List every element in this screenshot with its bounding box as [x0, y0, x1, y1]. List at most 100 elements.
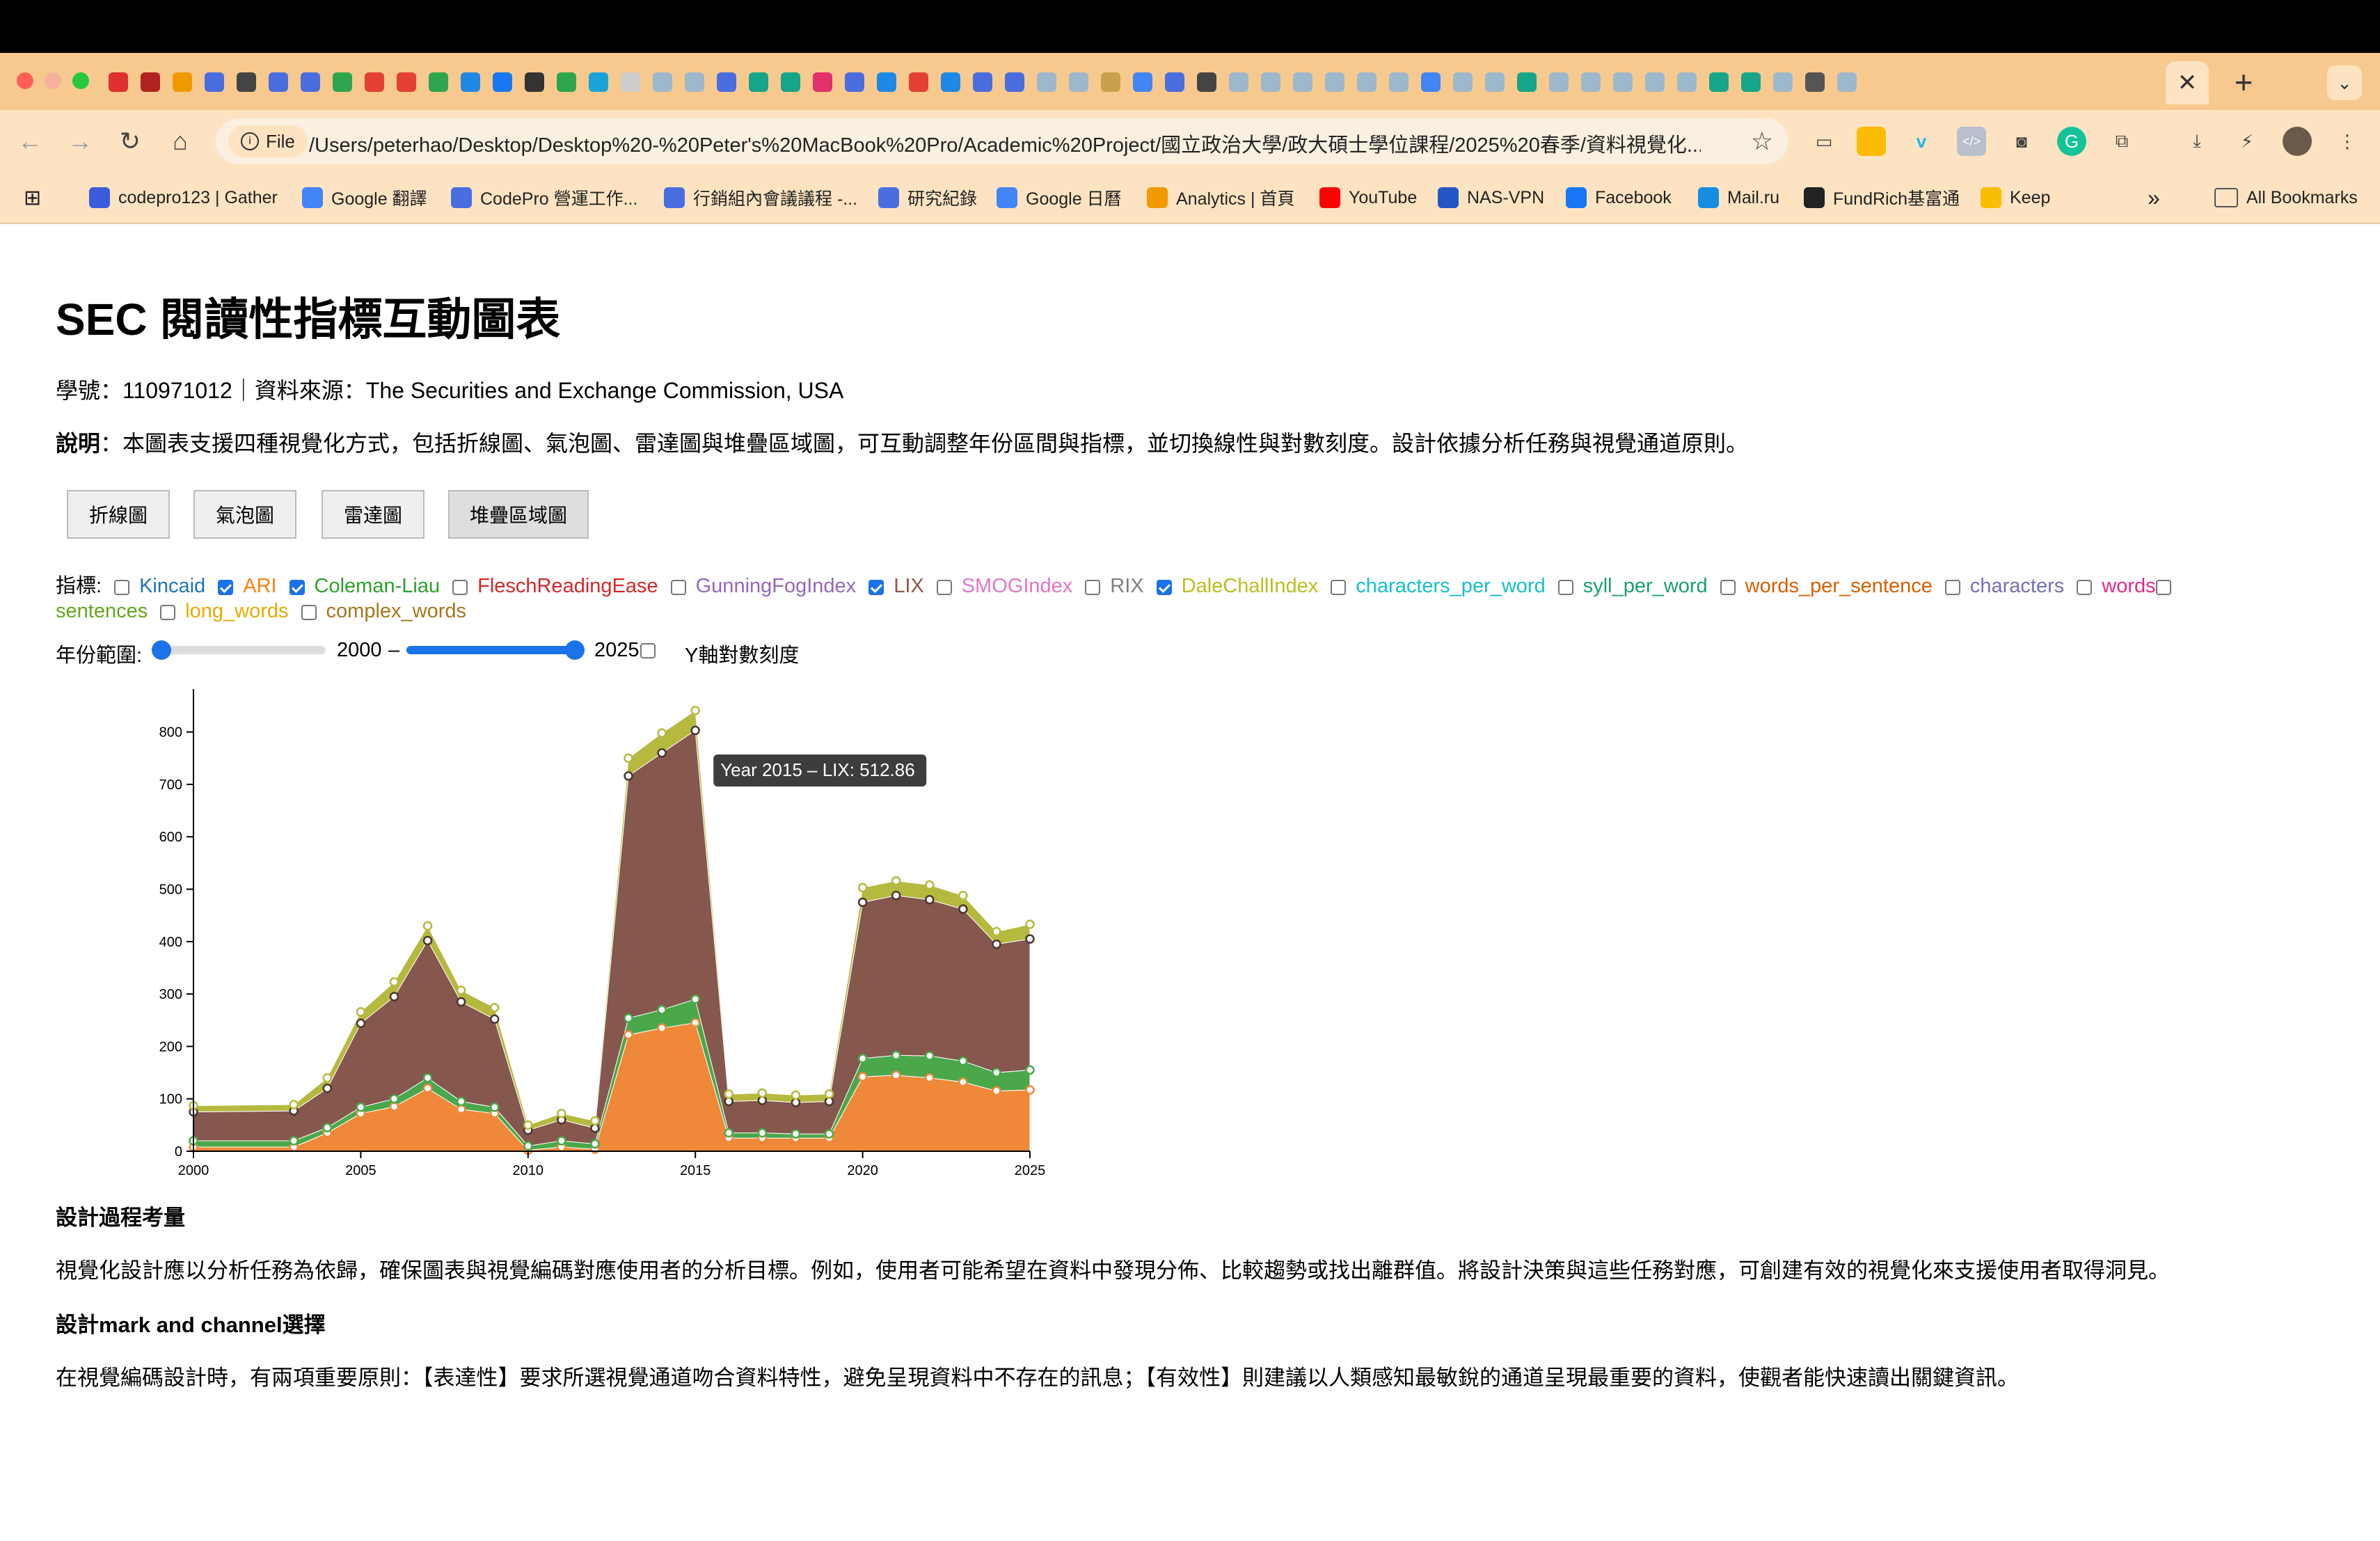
- address-bar[interactable]: i File /Users/peterhao/Desktop/Desktop%2…: [216, 118, 1788, 164]
- metric-label-sentences[interactable]: sentences: [56, 600, 148, 622]
- bookmarks-more-button[interactable]: »: [2148, 185, 2160, 210]
- metric-label-syll-per-word[interactable]: syll_per_word: [1583, 575, 1708, 597]
- bookmark-item[interactable]: FundRich基富通: [1804, 185, 1960, 210]
- metric-checkbox-ari[interactable]: [218, 580, 234, 595]
- tab-favicon[interactable]: [392, 68, 420, 96]
- tab-favicon[interactable]: [1801, 68, 1829, 96]
- tab-favicon[interactable]: [1001, 68, 1029, 96]
- year-max-slider-thumb[interactable]: [565, 640, 585, 660]
- bookmark-item[interactable]: Analytics | 首頁: [1147, 185, 1294, 210]
- apps-grid-icon[interactable]: ⊞: [24, 185, 41, 210]
- active-tab-close-button[interactable]: ✕: [2166, 61, 2209, 104]
- log-scale-checkbox[interactable]: [640, 643, 656, 658]
- browser-menu-icon[interactable]: ⋮: [2333, 127, 2362, 156]
- tab-favicon[interactable]: [1033, 68, 1061, 96]
- metric-label-lix[interactable]: LIX: [894, 575, 924, 597]
- window-minimize-button[interactable]: [45, 72, 61, 89]
- tab-favicon[interactable]: [1289, 68, 1317, 96]
- metric-label-kincaid[interactable]: Kincaid: [139, 575, 205, 597]
- view-button-bubble[interactable]: 氣泡圖: [193, 490, 296, 539]
- tab-favicon[interactable]: [1449, 68, 1477, 96]
- metric-label-words[interactable]: words: [2102, 575, 2155, 597]
- metric-label-gunningfogindex[interactable]: GunningFogIndex: [696, 575, 857, 597]
- home-icon[interactable]: ⌂: [161, 123, 199, 160]
- bookmark-item[interactable]: CodePro 營運工作...: [451, 185, 637, 210]
- tab-favicon[interactable]: [425, 68, 452, 96]
- window-close-button[interactable]: [17, 72, 33, 89]
- tab-favicon[interactable]: [1225, 68, 1253, 96]
- tab-favicon[interactable]: [1097, 68, 1125, 96]
- tab-favicon[interactable]: [1641, 68, 1669, 96]
- tab-favicon[interactable]: [328, 68, 356, 96]
- tab-favicon[interactable]: [489, 68, 516, 96]
- view-button-radar[interactable]: 雷達圖: [322, 490, 425, 539]
- extensions-puzzle-icon[interactable]: ⧉: [2107, 127, 2136, 156]
- metric-checkbox-words-per-sentence[interactable]: [1720, 580, 1736, 595]
- tab-favicon[interactable]: [809, 68, 836, 96]
- tab-favicon[interactable]: [1577, 68, 1605, 96]
- tab-favicon[interactable]: [232, 68, 260, 96]
- bookmark-item[interactable]: Facebook: [1566, 185, 1672, 210]
- metric-checkbox-fleschreadingease[interactable]: [452, 580, 468, 595]
- metric-label-rix[interactable]: RIX: [1110, 575, 1143, 597]
- all-bookmarks-button[interactable]: All Bookmarks: [2214, 185, 2358, 210]
- tab-favicon[interactable]: [681, 68, 708, 96]
- metric-label-words-per-sentence[interactable]: words_per_sentence: [1745, 575, 1933, 597]
- tab-favicon[interactable]: [1513, 68, 1541, 96]
- year-min-slider[interactable]: [152, 640, 326, 660]
- metric-checkbox-kincaid[interactable]: [114, 580, 130, 595]
- cast-icon[interactable]: ▭: [1809, 127, 1839, 156]
- tab-favicon[interactable]: [168, 68, 196, 96]
- tab-favicon[interactable]: [1129, 68, 1157, 96]
- reload-icon[interactable]: ↻: [111, 123, 149, 160]
- tab-favicon[interactable]: [1545, 68, 1573, 96]
- bookmark-item[interactable]: Keep: [1981, 185, 2050, 210]
- download-icon[interactable]: ⤓: [2182, 127, 2212, 156]
- performance-icon[interactable]: ⚡: [2232, 127, 2262, 156]
- metric-checkbox-words[interactable]: [2077, 580, 2093, 595]
- metric-checkbox-gunningfogindex[interactable]: [670, 580, 686, 595]
- tab-favicon[interactable]: [1385, 68, 1413, 96]
- tab-favicon[interactable]: [713, 68, 740, 96]
- bookmark-item[interactable]: NAS-VPN: [1438, 185, 1544, 210]
- profile-avatar[interactable]: [2283, 127, 2312, 156]
- tab-favicon[interactable]: [136, 68, 164, 96]
- tab-favicon[interactable]: [296, 68, 324, 96]
- new-tab-button[interactable]: +: [2223, 61, 2264, 103]
- forward-arrow-icon[interactable]: →: [61, 123, 99, 160]
- metric-label-characters[interactable]: characters: [1970, 575, 2064, 597]
- tab-favicon[interactable]: [1769, 68, 1797, 96]
- metric-checkbox-sentences[interactable]: [2155, 580, 2171, 595]
- bookmark-item[interactable]: Mail.ru: [1698, 185, 1779, 210]
- metric-label-dalechallindex[interactable]: DaleChallIndex: [1182, 575, 1319, 597]
- vimeo-extension-icon[interactable]: v: [1907, 127, 1936, 156]
- window-zoom-button[interactable]: [72, 72, 89, 89]
- bookmark-star-icon[interactable]: ☆: [1751, 127, 1773, 156]
- metric-label-fleschreadingease[interactable]: FleschReadingEase: [477, 575, 658, 597]
- metric-checkbox-syll-per-word[interactable]: [1557, 580, 1573, 595]
- tab-favicon[interactable]: [1833, 68, 1861, 96]
- tab-favicon[interactable]: [905, 68, 933, 96]
- back-arrow-icon[interactable]: ←: [11, 123, 49, 160]
- metric-checkbox-characters[interactable]: [1944, 580, 1960, 595]
- metric-label-characters-per-word[interactable]: characters_per_word: [1356, 575, 1545, 597]
- tab-favicon[interactable]: [745, 68, 772, 96]
- tab-favicon[interactable]: [1673, 68, 1701, 96]
- metric-checkbox-coleman-liau[interactable]: [289, 580, 305, 595]
- metric-checkbox-dalechallindex[interactable]: [1156, 580, 1172, 595]
- view-button-line[interactable]: 折線圖: [67, 490, 170, 539]
- site-info-chip[interactable]: i File: [228, 125, 308, 157]
- bookmark-item[interactable]: 行銷組內會議議程 -...: [664, 185, 857, 210]
- tab-favicon[interactable]: [200, 68, 228, 96]
- metric-label-smogindex[interactable]: SMOGIndex: [962, 575, 1073, 597]
- tab-favicon[interactable]: [1321, 68, 1349, 96]
- tab-search-chevron-icon[interactable]: ⌄: [2327, 65, 2362, 100]
- tab-favicon[interactable]: [1737, 68, 1765, 96]
- tab-favicon[interactable]: [1193, 68, 1221, 96]
- bookmark-item[interactable]: Google 日曆: [997, 185, 1122, 210]
- keep-extension-icon[interactable]: [1857, 127, 1886, 156]
- grammarly-extension-icon[interactable]: G: [2057, 127, 2086, 156]
- tab-favicon[interactable]: [1417, 68, 1445, 96]
- metric-label-complex-words[interactable]: complex_words: [326, 600, 466, 622]
- tab-favicon[interactable]: [1161, 68, 1189, 96]
